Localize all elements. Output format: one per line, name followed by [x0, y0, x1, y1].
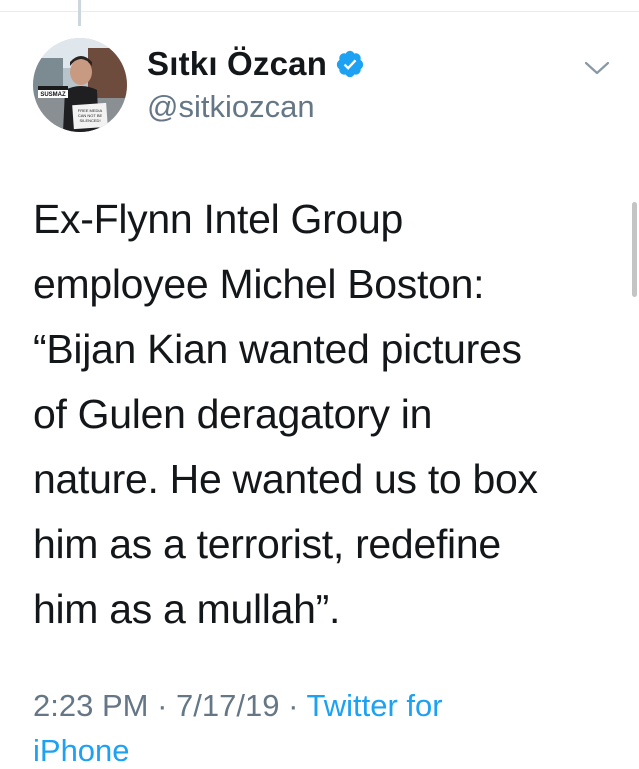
- tweet-time[interactable]: 2:23 PM: [33, 688, 148, 723]
- thread-connector-line: [78, 0, 81, 26]
- scrollbar[interactable]: [632, 202, 637, 297]
- avatar[interactable]: SUSMAZ FREE MEDIA CAN NOT BE SILENCED!: [33, 38, 127, 132]
- display-name[interactable]: Sıtkı Özcan: [147, 45, 327, 83]
- svg-text:SUSMAZ: SUSMAZ: [40, 92, 66, 98]
- meta-separator: ·: [157, 688, 168, 723]
- top-divider: [0, 11, 639, 12]
- author-handle[interactable]: @sitkiozcan: [147, 89, 315, 125]
- chevron-down-icon[interactable]: [583, 58, 611, 78]
- svg-text:SILENCED!: SILENCED!: [79, 118, 100, 123]
- tweet-meta: 2:23 PM · 7/17/19 · Twitter for: [33, 688, 443, 724]
- tweet-text: Ex-Flynn Intel Group employee Michel Bos…: [33, 196, 538, 632]
- avatar-photo: SUSMAZ FREE MEDIA CAN NOT BE SILENCED!: [33, 38, 127, 132]
- verified-badge-icon: [335, 49, 365, 79]
- tweet-source-link[interactable]: Twitter for: [306, 688, 442, 723]
- tweet-date[interactable]: 7/17/19: [176, 688, 279, 723]
- meta-separator: ·: [288, 688, 299, 723]
- tweet-source-link-cont[interactable]: iPhone: [33, 733, 130, 769]
- author-name-row[interactable]: Sıtkı Özcan: [147, 45, 365, 83]
